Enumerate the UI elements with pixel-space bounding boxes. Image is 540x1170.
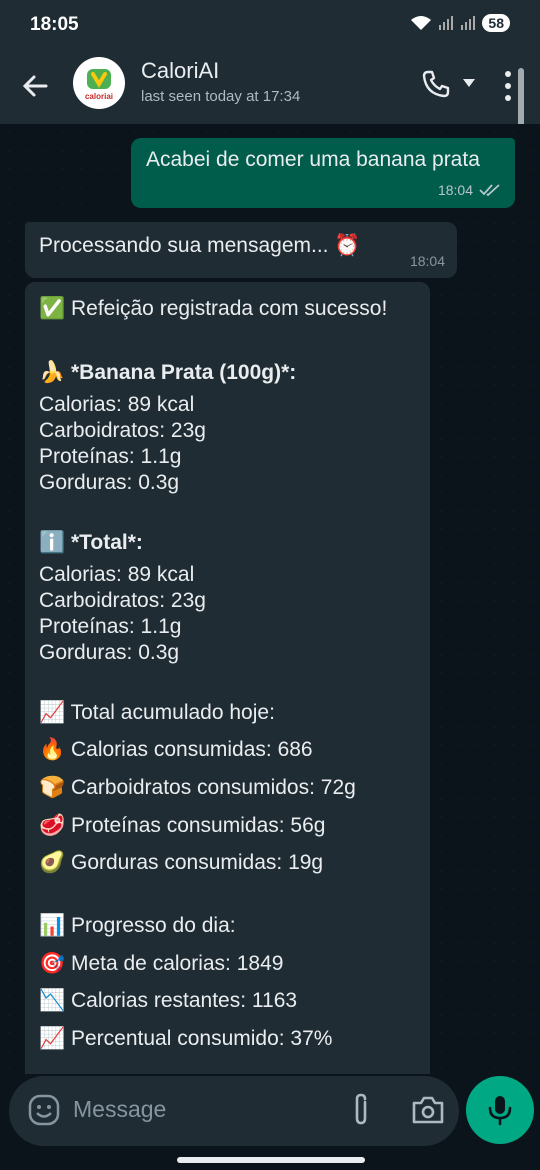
contact-name[interactable]: CaloriAI (141, 58, 219, 84)
summary-line: 📈 Total acumulado hoje: (39, 701, 275, 724)
home-indicator[interactable] (177, 1157, 365, 1163)
summary-line: Proteínas: 1.1g (39, 615, 182, 638)
summary-line: ℹ️ *Total*: (39, 531, 143, 554)
message-input-bar[interactable]: Message (9, 1076, 459, 1146)
signal-icon-2 (461, 16, 476, 30)
message-text: Acabei de comer uma banana prata (146, 148, 480, 171)
chevron-down-icon[interactable] (462, 76, 476, 90)
message-text: Processando sua mensagem... ⏰ (39, 234, 361, 257)
outgoing-message[interactable]: Acabei de comer uma banana prata 18:04 (131, 138, 515, 208)
emoji-icon[interactable] (27, 1093, 61, 1127)
summary-line: 📈 Percentual consumido: 37% (39, 1027, 333, 1050)
summary-line: 🥩 Proteínas consumidas: 56g (39, 814, 326, 837)
summary-line: 🔥 Calorias consumidas: 686 (39, 738, 313, 761)
signal-icon (439, 16, 454, 30)
message-time: 18:04 (437, 182, 473, 198)
caloriai-logo-icon: caloriai (85, 69, 113, 101)
incoming-message-summary[interactable]: ✅ Refeição registrada com sucesso! 🍌 *Ba… (25, 282, 430, 1074)
status-icons: 58 (410, 14, 510, 32)
avatar[interactable]: caloriai (73, 57, 125, 109)
summary-line: 🎯 Meta de calorias: 1849 (39, 952, 284, 975)
summary-line: Carboidratos: 23g (39, 589, 206, 612)
summary-line: 🍌 *Banana Prata (100g)*: (39, 361, 297, 384)
microphone-icon (488, 1096, 512, 1126)
summary-line: 🥑 Gorduras consumidas: 19g (39, 851, 324, 874)
summary-line: 📉 Calorias restantes: 1163 (39, 989, 298, 1012)
status-time: 18:05 (30, 14, 79, 35)
last-seen: last seen today at 17:34 (141, 88, 301, 105)
double-check-icon (479, 184, 500, 197)
phone-icon[interactable] (420, 68, 452, 100)
summary-line: 📊 Progresso do dia: (39, 914, 236, 937)
camera-icon[interactable] (411, 1094, 445, 1126)
message-meta: 18:04 (438, 182, 501, 198)
summary-line: Proteínas: 1.1g (39, 445, 182, 468)
chat-header: caloriai CaloriAI last seen today at 17:… (0, 50, 540, 124)
summary-line: Calorias: 89 kcal (39, 563, 195, 586)
chat-area[interactable]: Acabei de comer uma banana prata 18:04 P… (0, 124, 540, 1074)
status-bar: 18:05 58 (0, 0, 540, 50)
summary-line: Carboidratos: 23g (39, 419, 206, 442)
summary-line: Calorias: 89 kcal (39, 393, 195, 416)
message-input[interactable]: Message (73, 1096, 166, 1123)
paperclip-icon[interactable] (347, 1092, 375, 1128)
summary-line: Gorduras: 0.3g (39, 641, 180, 664)
mic-button[interactable] (466, 1076, 534, 1144)
logo-text: caloriai (85, 92, 113, 101)
scrollbar[interactable] (518, 68, 524, 130)
back-arrow-icon[interactable] (18, 68, 54, 104)
message-time: 18:04 (409, 253, 445, 269)
summary-line: 🍞 Carboidratos consumidos: 72g (39, 776, 356, 799)
more-options-icon[interactable] (500, 68, 516, 104)
battery-level: 58 (482, 14, 510, 32)
incoming-message[interactable]: Processando sua mensagem... ⏰ 18:04 (25, 222, 457, 278)
summary-line: Gorduras: 0.3g (39, 471, 180, 494)
wifi-icon (411, 16, 432, 30)
summary-line: ✅ Refeição registrada com sucesso! (39, 297, 388, 320)
